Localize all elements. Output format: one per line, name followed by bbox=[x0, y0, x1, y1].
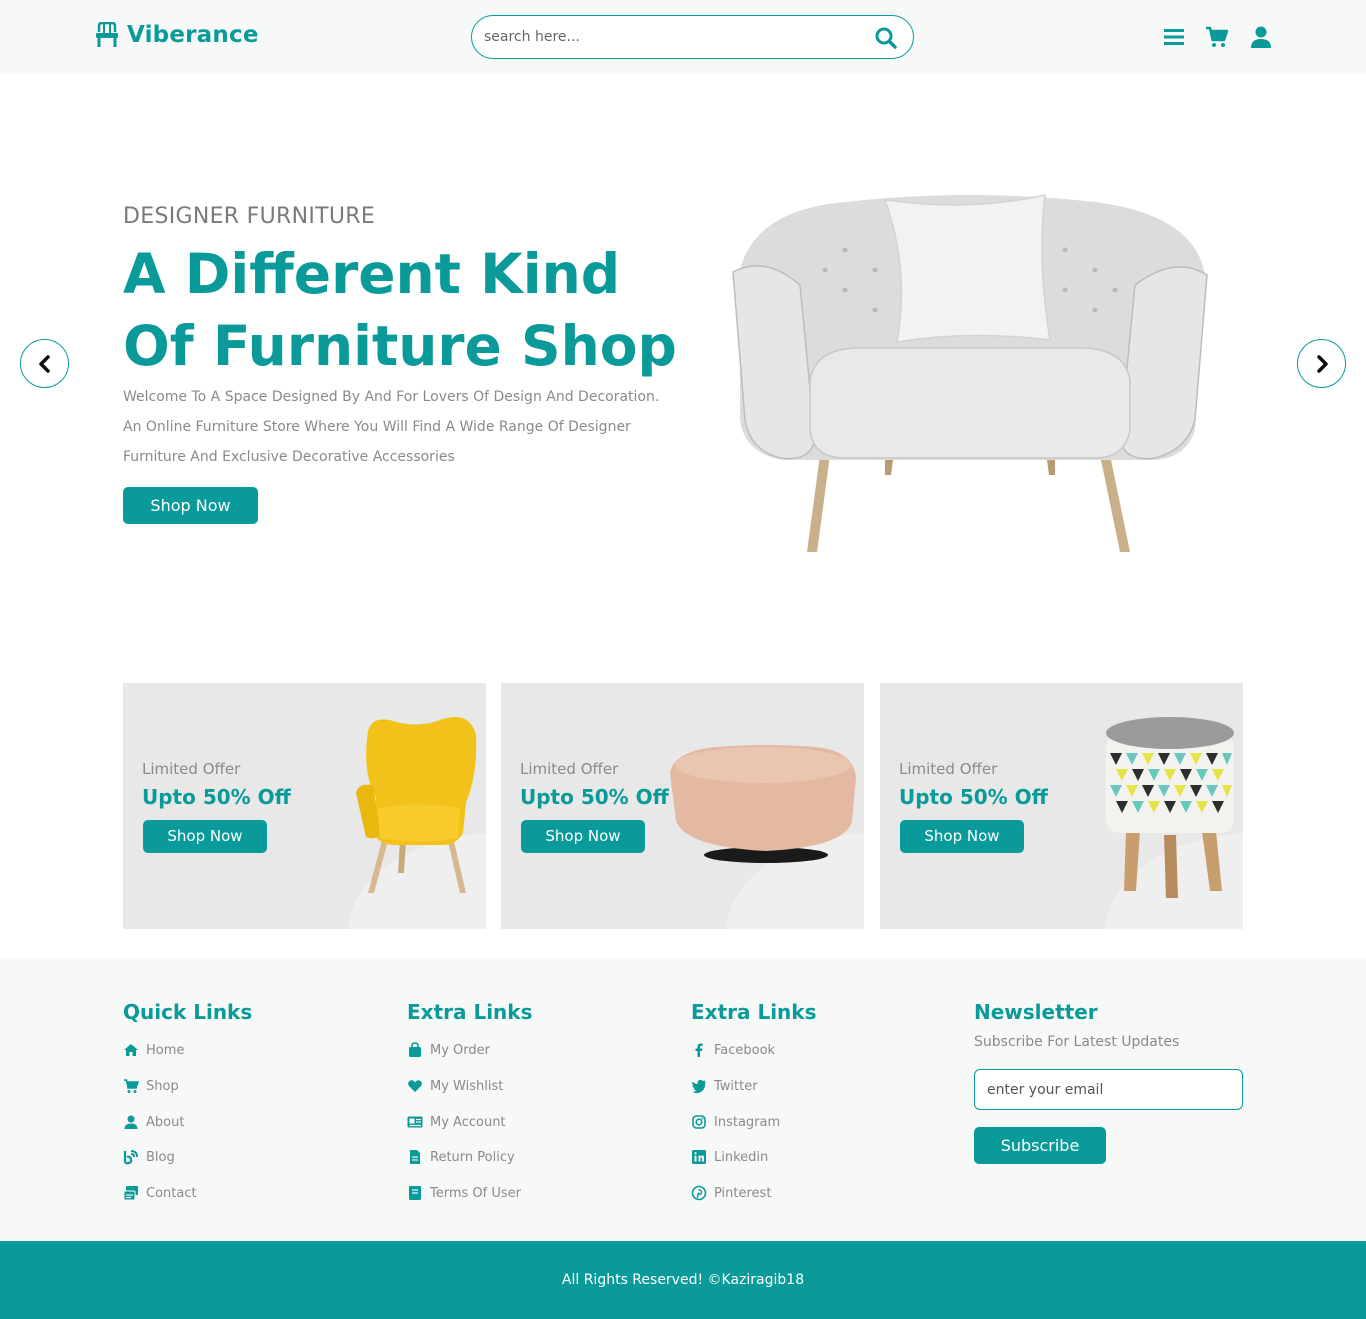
hero-shop-now-button[interactable]: Shop Now bbox=[123, 487, 258, 524]
yellow-armchair-image bbox=[356, 717, 477, 893]
footer-link-about[interactable]: About bbox=[123, 1114, 184, 1130]
copyright-bar: All Rights Reserved! ©Kaziragib18 bbox=[0, 1241, 1366, 1319]
extra-links-title: Extra Links bbox=[407, 1000, 533, 1024]
heart-icon bbox=[408, 1080, 422, 1092]
footer-link-label: My Order bbox=[430, 1042, 490, 1058]
offer-label: Limited Offer bbox=[142, 760, 241, 778]
site-header: Viberance bbox=[0, 0, 1366, 74]
slider-prev-button[interactable] bbox=[20, 339, 69, 388]
brand-name: Viberance bbox=[127, 22, 259, 48]
quick-links-title: Quick Links bbox=[123, 1000, 253, 1024]
hero-title: A Different Kind Of Furniture Shop bbox=[123, 242, 677, 378]
user-icon[interactable] bbox=[1249, 25, 1273, 49]
footer-link-label: Terms Of User bbox=[430, 1185, 521, 1201]
footer-link-my-wishlist[interactable]: My Wishlist bbox=[407, 1078, 503, 1094]
footer-link-label: Shop bbox=[146, 1078, 179, 1094]
twitter-icon bbox=[692, 1079, 706, 1094]
newsletter-subtitle: Subscribe For Latest Updates bbox=[974, 1034, 1180, 1050]
footer-link-return-policy[interactable]: Return Policy bbox=[407, 1149, 515, 1165]
logo[interactable]: Viberance bbox=[95, 22, 259, 48]
footer-link-my-account[interactable]: My Account bbox=[407, 1114, 506, 1130]
footer-link-contact[interactable]: Contact bbox=[123, 1185, 197, 1201]
subscribe-button[interactable]: Subscribe bbox=[974, 1127, 1106, 1164]
home-icon bbox=[124, 1044, 138, 1056]
blog-icon bbox=[123, 1150, 138, 1165]
footer-link-label: About bbox=[146, 1114, 185, 1130]
offer-title: Upto 50% Off bbox=[142, 785, 291, 809]
offer-label: Limited Offer bbox=[899, 760, 998, 778]
footer-link-terms[interactable]: Terms Of User bbox=[407, 1185, 521, 1201]
footer-link-label: Home bbox=[146, 1042, 185, 1058]
footer-link-label: Instagram bbox=[714, 1114, 781, 1130]
offer-shop-now-button[interactable]: Shop Now bbox=[143, 820, 267, 853]
footer-link-label: Contact bbox=[146, 1185, 197, 1201]
instagram-icon bbox=[692, 1115, 706, 1129]
search-box bbox=[471, 15, 914, 59]
site-footer: Quick Links Home Shop About Blog Contact… bbox=[0, 958, 1366, 1241]
offer-card: Limited Offer Upto 50% Off Shop Now bbox=[123, 683, 486, 929]
footer-link-label: Twitter bbox=[714, 1078, 758, 1094]
chair-icon bbox=[96, 22, 118, 47]
offer-shop-now-button[interactable]: Shop Now bbox=[900, 820, 1024, 853]
search-icon[interactable] bbox=[874, 26, 898, 50]
search-input[interactable] bbox=[484, 26, 854, 48]
social-links-title: Extra Links bbox=[691, 1000, 817, 1024]
footer-link-label: Blog bbox=[146, 1149, 175, 1165]
footer-link-twitter[interactable]: Twitter bbox=[691, 1078, 758, 1094]
footer-link-facebook[interactable]: Facebook bbox=[691, 1042, 775, 1058]
footer-link-shop[interactable]: Shop bbox=[123, 1078, 179, 1094]
footer-link-label: Pinterest bbox=[714, 1185, 772, 1201]
footer-link-instagram[interactable]: Instagram bbox=[691, 1114, 780, 1130]
cart-icon bbox=[124, 1079, 139, 1093]
offer-card: Limited Offer Upto 50% Off Shop Now bbox=[501, 683, 864, 929]
chevron-left-icon bbox=[38, 354, 50, 373]
armchair-image bbox=[732, 194, 1208, 552]
cart-icon[interactable] bbox=[1205, 25, 1229, 49]
footer-link-linkedin[interactable]: Linkedin bbox=[691, 1149, 768, 1165]
footer-link-label: My Wishlist bbox=[430, 1078, 504, 1094]
hero-description: Welcome To A Space Designed By And For L… bbox=[123, 389, 660, 465]
footer-link-label: My Account bbox=[430, 1114, 506, 1130]
document-icon bbox=[410, 1150, 420, 1164]
user-icon bbox=[124, 1115, 138, 1129]
offer-title: Upto 50% Off bbox=[520, 785, 669, 809]
bag-icon bbox=[409, 1042, 421, 1057]
offer-label: Limited Offer bbox=[520, 760, 619, 778]
footer-link-home[interactable]: Home bbox=[123, 1042, 184, 1058]
footer-link-blog[interactable]: Blog bbox=[123, 1149, 175, 1165]
facebook-icon bbox=[695, 1043, 703, 1057]
offer-title: Upto 50% Off bbox=[899, 785, 1048, 809]
footer-link-my-order[interactable]: My Order bbox=[407, 1042, 490, 1058]
id-card-icon bbox=[407, 1116, 423, 1128]
linkedin-icon bbox=[692, 1150, 706, 1164]
offer-card: Limited Offer Upto 50% Off Shop Now bbox=[880, 683, 1243, 929]
footer-link-label: Return Policy bbox=[430, 1149, 515, 1165]
offer-shop-now-button[interactable]: Shop Now bbox=[521, 820, 645, 853]
newsletter-title: Newsletter bbox=[974, 1000, 1098, 1024]
footer-link-label: Linkedin bbox=[714, 1149, 769, 1165]
footer-link-pinterest[interactable]: Pinterest bbox=[691, 1185, 771, 1201]
book-icon bbox=[409, 1186, 421, 1200]
newsletter-email-input[interactable] bbox=[974, 1069, 1243, 1110]
contact-icon bbox=[123, 1186, 138, 1201]
slider-next-button[interactable] bbox=[1297, 339, 1346, 388]
hero-subtitle: DESIGNER FURNITURE bbox=[123, 204, 376, 229]
pinterest-icon bbox=[691, 1185, 707, 1201]
footer-link-label: Facebook bbox=[714, 1042, 776, 1058]
patterned-stool-image bbox=[1106, 717, 1234, 898]
ottoman-image bbox=[670, 745, 856, 863]
chevron-right-icon bbox=[1316, 354, 1328, 373]
menu-icon[interactable] bbox=[1162, 25, 1186, 49]
